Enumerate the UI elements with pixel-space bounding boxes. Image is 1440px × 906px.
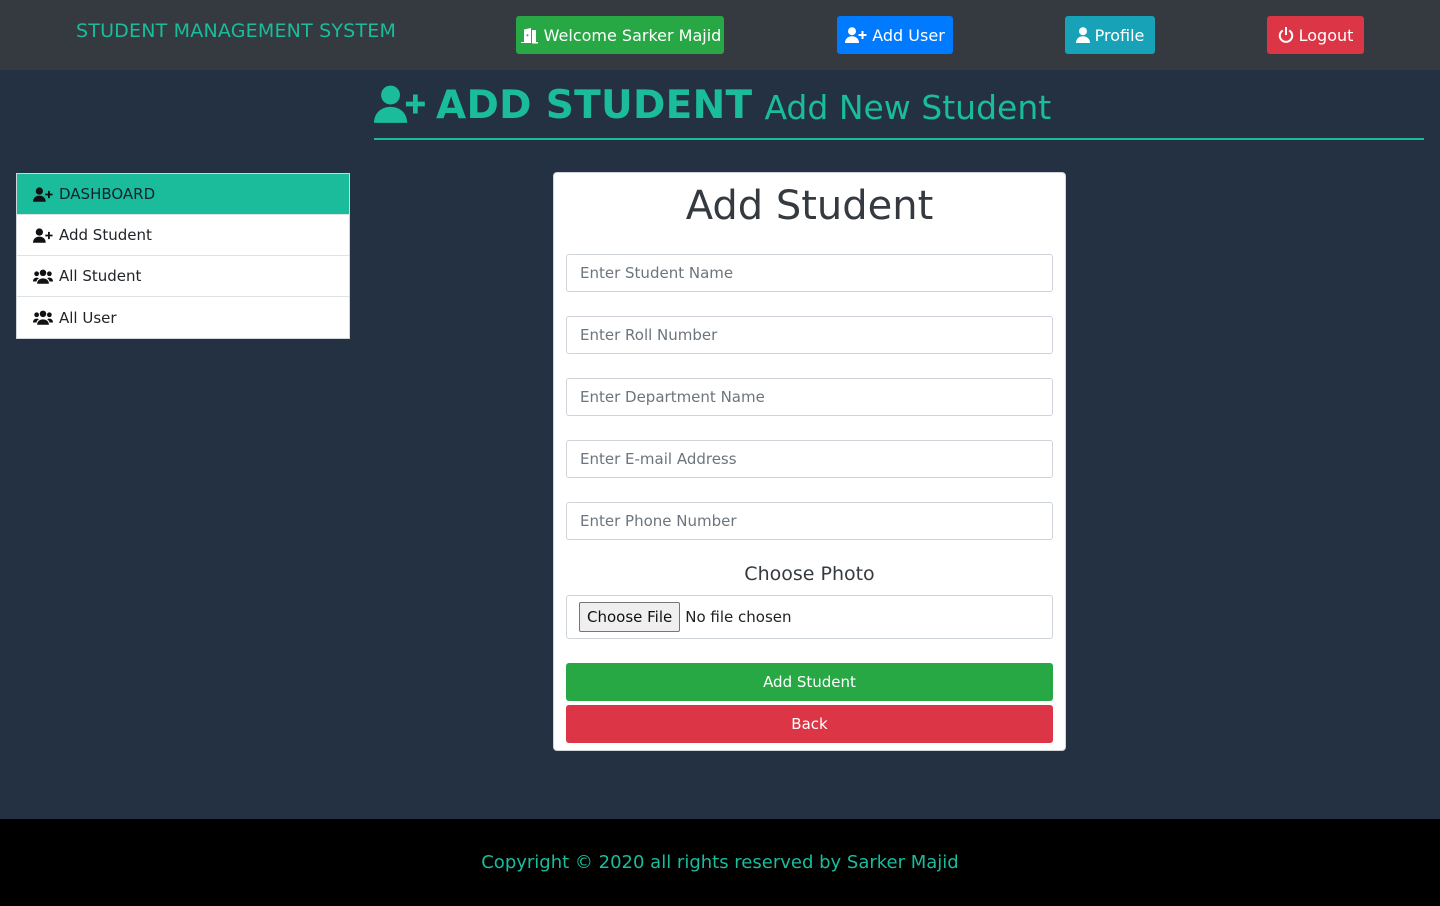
- choose-file-button[interactable]: Choose File: [579, 602, 681, 632]
- sidebar-item-label: All Student: [59, 267, 142, 285]
- welcome-label: Welcome Sarker Majid: [543, 25, 722, 45]
- sidebar-item-add-student[interactable]: Add Student: [17, 215, 349, 256]
- page-subtitle: Add New Student: [764, 88, 1052, 127]
- phone-input[interactable]: [566, 502, 1053, 540]
- add-student-form: Add Student Choose Photo Choose File No …: [553, 172, 1066, 751]
- users-icon: [33, 269, 53, 284]
- sidebar-item-label: All User: [59, 308, 117, 327]
- user-plus-icon: [845, 27, 867, 43]
- add-user-button[interactable]: Add User: [837, 16, 953, 54]
- users-icon: [33, 310, 53, 325]
- roll-number-input[interactable]: [566, 316, 1053, 354]
- email-input[interactable]: [566, 440, 1053, 478]
- back-button[interactable]: Back: [566, 705, 1053, 743]
- sidebar: DASHBOARD Add Student All Student All Us…: [16, 173, 350, 339]
- user-plus-icon: [374, 85, 425, 123]
- copyright-text: Copyright © 2020 all rights reserved by …: [481, 852, 959, 873]
- door-icon: [520, 27, 538, 43]
- sidebar-item-dashboard[interactable]: DASHBOARD: [17, 174, 349, 215]
- user-plus-icon: [33, 186, 53, 202]
- photo-file-input[interactable]: Choose File No file chosen: [566, 595, 1053, 639]
- welcome-button[interactable]: Welcome Sarker Majid: [516, 16, 724, 54]
- logout-button[interactable]: Logout: [1267, 16, 1364, 54]
- footer: Copyright © 2020 all rights reserved by …: [0, 819, 1440, 906]
- add-user-label: Add User: [872, 25, 945, 45]
- profile-label: Profile: [1094, 25, 1145, 45]
- sidebar-item-label: Add Student: [59, 226, 152, 244]
- add-student-button[interactable]: Add Student: [566, 663, 1053, 701]
- file-status-text: No file chosen: [685, 608, 792, 626]
- choose-photo-label: Choose Photo: [744, 563, 875, 585]
- user-icon: [1075, 27, 1090, 43]
- sidebar-item-all-student[interactable]: All Student: [17, 256, 349, 297]
- sidebar-item-label: DASHBOARD: [59, 185, 156, 203]
- logout-label: Logout: [1298, 25, 1354, 45]
- page-heading: ADD STUDENT Add New Student: [374, 82, 1424, 140]
- sidebar-item-all-user[interactable]: All User: [17, 297, 349, 338]
- page-title: ADD STUDENT: [436, 83, 753, 128]
- power-icon: [1278, 27, 1293, 43]
- department-input[interactable]: [566, 378, 1053, 416]
- top-navbar: STUDENT MANAGEMENT SYSTEM Welcome Sarker…: [0, 0, 1440, 70]
- student-name-input[interactable]: [566, 254, 1053, 292]
- brand-title[interactable]: STUDENT MANAGEMENT SYSTEM: [76, 20, 396, 42]
- form-title: Add Student: [685, 183, 934, 229]
- user-plus-icon: [33, 227, 53, 243]
- profile-button[interactable]: Profile: [1065, 16, 1155, 54]
